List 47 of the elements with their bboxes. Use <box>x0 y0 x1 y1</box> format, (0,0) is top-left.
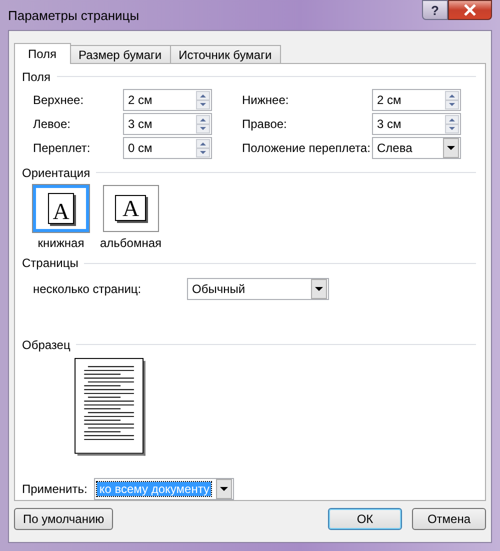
field-value: 3 см <box>128 117 152 132</box>
dialog-button[interactable]: Отмена <box>412 508 486 530</box>
dropdown-value: Обычный <box>192 282 246 296</box>
help-button[interactable]: ? <box>422 0 448 20</box>
spin-field[interactable]: 0 см <box>123 137 212 160</box>
spin-field[interactable]: 2 см <box>123 89 212 112</box>
section-heading: Ориентация <box>22 166 90 180</box>
field-value: 0 см <box>128 141 152 156</box>
spin-field[interactable]: 3 см <box>123 113 212 136</box>
close-icon <box>463 4 477 16</box>
spin-arrows-icon <box>445 90 459 110</box>
dropdown[interactable]: Слева <box>372 137 461 160</box>
tab[interactable]: Поля <box>14 43 71 64</box>
orientation-label: книжная <box>38 236 84 250</box>
field-value: 2 см <box>128 93 152 108</box>
field-value: 2 см <box>377 93 402 108</box>
portrait-page-icon: A <box>48 192 74 224</box>
dropdown[interactable]: Обычный <box>187 278 329 300</box>
field-label: несколько страниц: <box>33 282 142 296</box>
dropdown-value: ко всему документу <box>97 482 212 496</box>
field-label: Нижнее: <box>242 93 290 108</box>
spin-arrows-icon <box>196 114 210 134</box>
window-title: Параметры страницы <box>8 8 140 22</box>
spin-field[interactable]: 2 см <box>372 89 461 112</box>
field-label: Правое: <box>242 117 288 132</box>
tab[interactable]: Источник бумаги <box>170 45 281 63</box>
tab[interactable]: Размер бумаги <box>70 45 171 63</box>
dialog-button[interactable]: ОК <box>328 508 402 530</box>
spin-arrows-icon <box>445 114 459 134</box>
field-label: Левое: <box>33 117 72 132</box>
field-label: Переплет: <box>33 141 92 156</box>
landscape-page-icon: A <box>115 195 146 222</box>
orientation-label: альбомная <box>100 236 162 250</box>
section-heading: Поля <box>22 70 51 84</box>
section-heading: Страницы <box>22 256 78 270</box>
spin-field[interactable]: 3 см <box>372 113 461 136</box>
spin-arrows-icon <box>196 90 210 110</box>
close-button[interactable] <box>448 0 492 20</box>
default-button[interactable]: По умолчанию <box>14 508 114 530</box>
orientation-button[interactable]: A <box>102 184 159 232</box>
section-heading: Образец <box>22 338 70 352</box>
field-label: Применить: <box>22 482 88 496</box>
dropdown-value: Слева <box>377 141 412 156</box>
orientation-button[interactable]: A <box>33 184 89 232</box>
field-value: 3 см <box>377 117 402 132</box>
field-label: Верхнее: <box>33 93 85 108</box>
spin-arrows-icon <box>196 138 210 158</box>
